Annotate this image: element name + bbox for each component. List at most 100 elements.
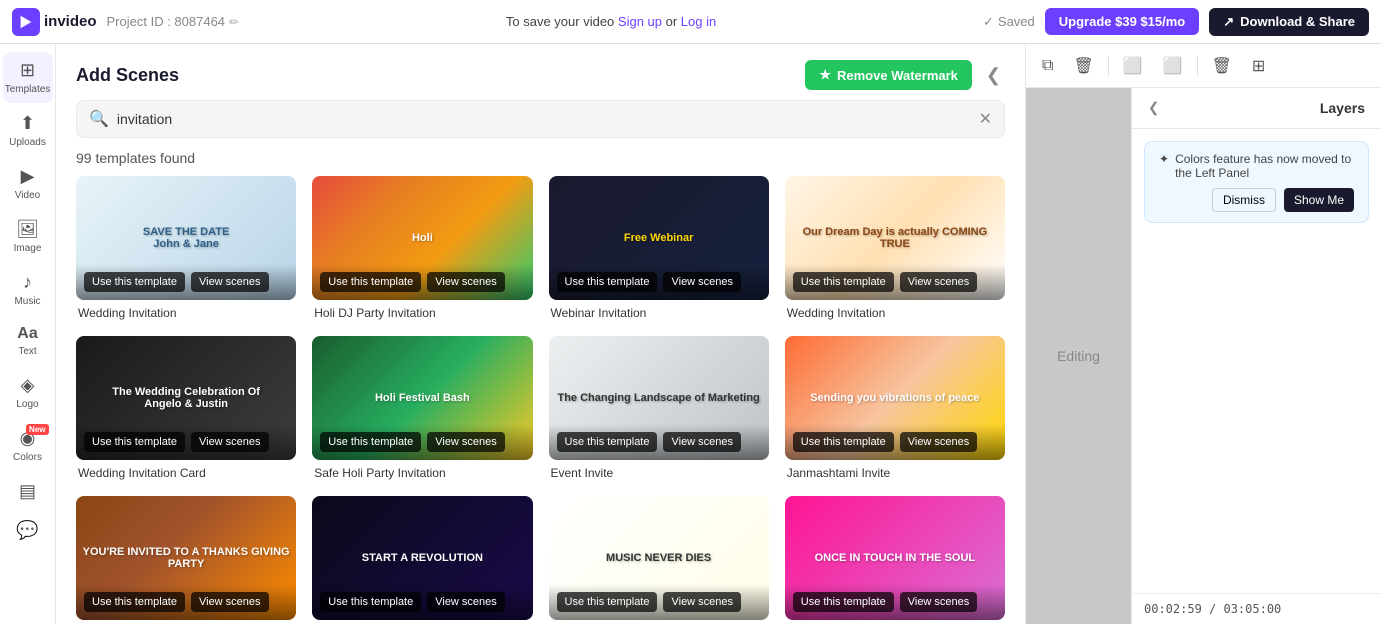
- view-scenes-button-music[interactable]: View scenes: [663, 592, 741, 612]
- results-count: 99 templates found: [56, 150, 1025, 176]
- resize-button[interactable]: ⬜: [1117, 50, 1149, 82]
- notification-icon: ✦: [1159, 152, 1169, 166]
- template-name-wedding-inv-1: Wedding Invitation: [76, 306, 296, 320]
- template-thumb-thanksgiving: YOU'RE INVITED TO A THANKS GIVING PARTY …: [76, 496, 296, 620]
- view-scenes-button-wedding-card[interactable]: View scenes: [191, 432, 269, 452]
- sidebar-label-music: Music: [14, 296, 40, 307]
- layers-expand-button[interactable]: ❮: [1148, 100, 1159, 116]
- use-template-button-holi-dj[interactable]: Use this template: [320, 272, 421, 292]
- sidebar-item-video[interactable]: ▶ Video: [3, 158, 53, 209]
- template-card-holi-bash[interactable]: Holi Festival Bash Use this template Vie…: [312, 336, 532, 480]
- view-scenes-button-wedding-inv-1[interactable]: View scenes: [191, 272, 269, 292]
- use-template-button-wedding-card[interactable]: Use this template: [84, 432, 185, 452]
- layers-panel: ❮ Layers ✦ Colors feature has now moved …: [1131, 88, 1381, 624]
- search-input[interactable]: [117, 111, 971, 127]
- sidebar-item-colors[interactable]: New ◉ Colors: [3, 420, 53, 471]
- template-card-wedding-card[interactable]: The Wedding Celebration OfAngelo & Justi…: [76, 336, 296, 480]
- scenes-icon: ▤: [19, 481, 36, 502]
- delete-button-2[interactable]: 🗑: [1206, 50, 1238, 82]
- notification-bar: ✦ Colors feature has now moved to the Le…: [1144, 141, 1369, 223]
- template-thumb-event-invite: The Changing Landscape of Marketing Use …: [549, 336, 769, 460]
- search-clear-button[interactable]: ✕: [979, 109, 992, 129]
- use-template-button-music[interactable]: Use this template: [557, 592, 658, 612]
- download-share-button[interactable]: ↗ Download & Share: [1209, 8, 1369, 36]
- search-icon: 🔍: [89, 109, 109, 129]
- notification-text: ✦ Colors feature has now moved to the Le…: [1159, 152, 1354, 180]
- use-template-button-thanksgiving[interactable]: Use this template: [84, 592, 185, 612]
- template-card-wedding-inv-1[interactable]: SAVE THE DATEJohn & Jane Use this templa…: [76, 176, 296, 320]
- use-template-button-wedding-inv-2[interactable]: Use this template: [793, 272, 894, 292]
- template-thumb-revolution: START A REVOLUTION Use this template Vie…: [312, 496, 532, 620]
- logo-text: invideo: [44, 13, 97, 30]
- topbar: invideo Project ID : 8087464 ✏ To save y…: [0, 0, 1381, 44]
- sidebar-item-uploads[interactable]: ⬆ Uploads: [3, 105, 53, 156]
- view-scenes-button-holi-bash[interactable]: View scenes: [427, 432, 505, 452]
- template-card-holi-dj[interactable]: Holi Use this template View scenes Holi …: [312, 176, 532, 320]
- sidebar-item-text[interactable]: Aa Text: [3, 317, 53, 365]
- view-scenes-button-girls[interactable]: View scenes: [900, 592, 978, 612]
- view-scenes-button-event-invite[interactable]: View scenes: [663, 432, 741, 452]
- video-icon: ▶: [21, 166, 35, 187]
- layers-title: Layers: [1320, 100, 1365, 116]
- delete-button-1[interactable]: 🗑: [1067, 50, 1099, 82]
- sidebar-item-templates[interactable]: ⊞ Templates: [3, 52, 53, 103]
- template-thumb-holi-dj: Holi Use this template View scenes: [312, 176, 532, 300]
- template-card-music[interactable]: MUSIC NEVER DIES Use this template View …: [549, 496, 769, 624]
- use-template-button-revolution[interactable]: Use this template: [320, 592, 421, 612]
- sidebar-item-chat[interactable]: 💬: [3, 512, 53, 549]
- template-card-event-invite[interactable]: The Changing Landscape of Marketing Use …: [549, 336, 769, 480]
- use-template-button-event-invite[interactable]: Use this template: [557, 432, 658, 452]
- template-card-janmashtami[interactable]: Sending you vibrations of peace Use this…: [785, 336, 1005, 480]
- view-scenes-button-webinar-inv[interactable]: View scenes: [663, 272, 741, 292]
- template-thumb-wedding-inv-1: SAVE THE DATEJohn & Jane Use this templa…: [76, 176, 296, 300]
- template-card-thanksgiving[interactable]: YOU'RE INVITED TO A THANKS GIVING PARTY …: [76, 496, 296, 624]
- sidebar-item-logo[interactable]: ◈ Logo: [3, 367, 53, 418]
- template-card-wedding-inv-2[interactable]: Our Dream Day is actually COMING TRUE Us…: [785, 176, 1005, 320]
- uploads-icon: ⬆: [20, 113, 35, 134]
- sidebar-item-image[interactable]: 🖼 Image: [3, 211, 53, 262]
- template-card-revolution[interactable]: START A REVOLUTION Use this template Vie…: [312, 496, 532, 624]
- use-template-button-girls[interactable]: Use this template: [793, 592, 894, 612]
- view-scenes-button-wedding-inv-2[interactable]: View scenes: [900, 272, 978, 292]
- upgrade-button[interactable]: Upgrade $39 $15/mo: [1045, 8, 1199, 35]
- use-template-button-wedding-inv-1[interactable]: Use this template: [84, 272, 185, 292]
- view-scenes-button-janmashtami[interactable]: View scenes: [900, 432, 978, 452]
- left-sidebar: ⊞ Templates ⬆ Uploads ▶ Video 🖼 Image ♪ …: [0, 44, 56, 624]
- sidebar-label-templates: Templates: [5, 84, 51, 95]
- notification-message: Colors feature has now moved to the Left…: [1175, 152, 1354, 180]
- view-scenes-button-thanksgiving[interactable]: View scenes: [191, 592, 269, 612]
- sidebar-label-uploads: Uploads: [9, 137, 46, 148]
- notification-actions: Dismiss Show Me: [1159, 188, 1354, 212]
- show-me-button[interactable]: Show Me: [1284, 188, 1354, 212]
- close-panel-button[interactable]: ❮: [982, 61, 1005, 90]
- dismiss-button[interactable]: Dismiss: [1212, 188, 1276, 212]
- template-card-girls[interactable]: ONCE IN TOUCH IN THE SOUL Use this templ…: [785, 496, 1005, 624]
- remove-watermark-button[interactable]: ★ Remove Watermark: [805, 60, 972, 90]
- use-template-button-holi-bash[interactable]: Use this template: [320, 432, 421, 452]
- thumb-text-music: MUSIC NEVER DIES: [600, 546, 717, 570]
- crop-button[interactable]: ⬜: [1157, 50, 1189, 82]
- sidebar-item-scenes[interactable]: ▤: [3, 473, 53, 510]
- template-thumb-holi-bash: Holi Festival Bash Use this template Vie…: [312, 336, 532, 460]
- template-actions-wedding-inv-1: Use this template View scenes: [76, 264, 296, 300]
- use-template-button-webinar-inv[interactable]: Use this template: [557, 272, 658, 292]
- canvas-area: Editing: [1026, 88, 1131, 624]
- thumb-text-webinar-inv: Free Webinar: [618, 226, 700, 250]
- duplicate-button[interactable]: ⧉: [1036, 51, 1059, 81]
- view-scenes-button-revolution[interactable]: View scenes: [427, 592, 505, 612]
- signup-link[interactable]: Sign up: [618, 14, 662, 29]
- sidebar-label-colors: Colors: [13, 452, 42, 463]
- login-link[interactable]: Log in: [681, 14, 716, 29]
- grid-button[interactable]: ⊞: [1246, 50, 1271, 82]
- template-thumb-janmashtami: Sending you vibrations of peace Use this…: [785, 336, 1005, 460]
- template-actions-wedding-inv-2: Use this template View scenes: [785, 264, 1005, 300]
- thumb-text-wedding-inv-1: SAVE THE DATEJohn & Jane: [137, 220, 235, 256]
- view-scenes-button-holi-dj[interactable]: View scenes: [427, 272, 505, 292]
- canvas-editing-label: Editing: [1057, 348, 1100, 364]
- template-actions-revolution: Use this template View scenes: [312, 584, 532, 620]
- template-card-webinar-inv[interactable]: Free Webinar Use this template View scen…: [549, 176, 769, 320]
- music-icon: ♪: [23, 272, 32, 293]
- edit-project-icon[interactable]: ✏: [229, 15, 239, 29]
- sidebar-item-music[interactable]: ♪ Music: [3, 264, 53, 315]
- use-template-button-janmashtami[interactable]: Use this template: [793, 432, 894, 452]
